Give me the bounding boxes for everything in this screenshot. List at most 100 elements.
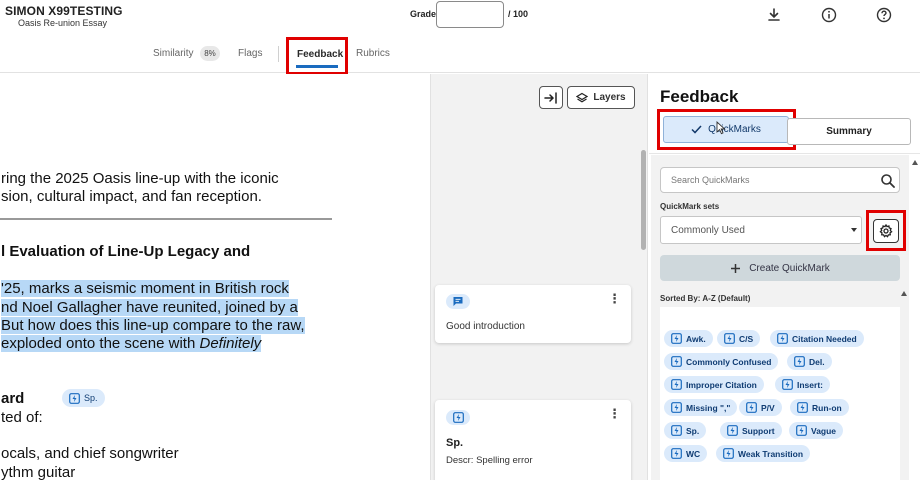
comment-title: Sp. (446, 437, 464, 449)
quickmark-bolt-icon (724, 333, 735, 344)
quickmark-chip-label: WC (686, 448, 701, 459)
quickmark-chip-label: Insert: (797, 379, 823, 390)
tab-divider (278, 46, 279, 62)
quickmark-bolt-icon (69, 392, 80, 404)
quickmark-bolt-icon (796, 425, 807, 436)
quickmark-settings-button[interactable] (873, 219, 899, 243)
document-view[interactable]: ring the 2025 Oasis line-up with the ico… (0, 74, 430, 480)
quickmark-bolt-icon (671, 425, 682, 436)
quickmark-chip-label: Improper Citation (686, 379, 757, 390)
tab-similarity[interactable]: Similarity (153, 48, 194, 59)
comment-text: Descr: Spelling error (446, 455, 533, 466)
sort-label: Sorted By: A-Z (Default) (660, 294, 751, 303)
quickmark-bolt-icon (452, 412, 464, 423)
quickmark-chip-label: Sp. (686, 425, 700, 436)
grade-total: / 100 (508, 9, 529, 19)
highlighted-text[interactable]: nd Noel Gallagher have reunited, joined … (1, 299, 298, 316)
comment-column: Layers ⋮ Good introduction ⋮ Sp. Descr: … (430, 74, 648, 480)
gear-icon (879, 224, 893, 238)
similarity-badge: 8% (200, 46, 220, 61)
quickmarks-highlight: QuickMarks (657, 109, 796, 150)
tab-feedback[interactable]: Feedback (297, 49, 343, 60)
quickmark-bolt-icon (671, 379, 682, 390)
search-input[interactable] (661, 168, 871, 192)
quickmark-bolt-icon (671, 356, 682, 367)
quickmark-chip-label: Support (742, 425, 775, 436)
highlighted-text[interactable]: '25, marks a seismic moment in British r… (1, 280, 289, 297)
quickmark-sets-label: QuickMark sets (660, 202, 720, 211)
paper-title: Oasis Re-union Essay (18, 18, 108, 28)
comment-scrollbar[interactable] (641, 150, 646, 250)
student-name: SIMON X99TESTING (5, 4, 123, 18)
layers-icon (576, 92, 589, 103)
quickmark-list: Awk. C/S Citation Needed Commonly Confused D… (660, 307, 900, 480)
quickmark-chip[interactable]: Vague (789, 422, 844, 439)
mouse-cursor-icon (716, 121, 726, 135)
highlighted-text[interactable]: exploded onto the scene with (1, 335, 199, 352)
doc-heading: ard (1, 390, 25, 407)
quickmark-chip[interactable]: Run-on (790, 399, 849, 416)
quickmark-chip[interactable]: P/V (739, 399, 782, 416)
tab-feedback-highlight: Feedback (286, 37, 348, 75)
quickmark-chip[interactable]: Awk. (664, 330, 713, 347)
quickmark-sets-dropdown[interactable]: Commonly Used (660, 216, 862, 244)
doc-text-line: sion, cultural impact, and fan reception… (1, 188, 262, 205)
app-header: SIMON X99TESTING Oasis Re-union Essay Gr… (0, 0, 920, 36)
quickmark-chip-label: Awk. (686, 333, 706, 344)
quickmark-bolt-icon (727, 425, 738, 436)
quickmark-chip[interactable]: WC (664, 445, 708, 462)
comment-text: Good introduction (446, 321, 525, 332)
scroll-up-icon[interactable] (901, 291, 907, 296)
search-box (660, 167, 900, 193)
quickmark-chip-label: P/V (761, 402, 775, 413)
info-icon[interactable] (820, 6, 838, 24)
doc-text-line: ythm guitar (1, 464, 76, 480)
quickmark-bolt-icon (723, 448, 734, 459)
quickmark-chip[interactable]: Improper Citation (664, 376, 764, 393)
inline-quickmark[interactable]: Sp. (62, 389, 105, 407)
quickmark-chip[interactable]: Citation Needed (770, 330, 864, 347)
arrow-right-bar-icon (544, 91, 557, 104)
quickmarks-tab-button[interactable]: QuickMarks (663, 116, 789, 143)
quickmark-chip[interactable]: Commonly Confused (664, 353, 779, 370)
quickmark-bolt-icon (671, 402, 682, 413)
doc-text-line: ocals, and chief songwriter (1, 445, 179, 462)
quickmark-bolt-icon (782, 379, 793, 390)
more-options-icon[interactable]: ⋮ (608, 407, 621, 420)
panel-divider (649, 153, 920, 154)
create-quickmark-button[interactable]: Create QuickMark (660, 255, 900, 281)
inline-quickmark-label: Sp. (84, 393, 98, 403)
doc-divider (0, 218, 332, 220)
help-icon[interactable] (875, 6, 893, 24)
quickmark-chip-label: Commonly Confused (686, 356, 772, 367)
quickmark-chip[interactable]: Insert: (775, 376, 830, 393)
collapse-panel-button[interactable] (539, 86, 563, 109)
scroll-up-icon[interactable] (912, 160, 918, 165)
search-icon[interactable] (880, 173, 896, 189)
quickmark-chip[interactable]: Missing "," (664, 399, 738, 416)
quickmark-bolt-icon (797, 402, 808, 413)
download-icon[interactable] (765, 6, 783, 24)
quickmark-chip-label: Run-on (812, 402, 842, 413)
comment-card[interactable]: ⋮ Good introduction (435, 285, 631, 343)
quickmark-chip[interactable]: Weak Transition (716, 445, 811, 462)
highlighted-italic-text[interactable]: Definitely (199, 335, 261, 352)
layers-button[interactable]: Layers (567, 86, 635, 109)
grade-label: Grade (410, 9, 437, 19)
quickmark-chip[interactable]: C/S (717, 330, 761, 347)
layers-label: Layers (593, 92, 626, 103)
quickmarks-section: QuickMark sets Commonly Used Create Quic… (651, 155, 909, 480)
comment-card[interactable]: ⋮ Sp. Descr: Spelling error (435, 400, 631, 480)
summary-tab-button[interactable]: Summary (787, 118, 911, 145)
check-icon (691, 125, 702, 134)
quickmark-chip-label: Weak Transition (738, 448, 804, 459)
panel-title: Feedback (660, 87, 739, 106)
quickmark-chip[interactable]: Support (720, 422, 782, 439)
tab-rubrics[interactable]: Rubrics (356, 48, 390, 59)
quickmark-chip[interactable]: Sp. (664, 422, 707, 439)
quickmark-chip[interactable]: Del. (787, 353, 832, 370)
highlighted-text[interactable]: But how does this line-up compare to the… (1, 317, 305, 334)
grade-input[interactable] (436, 1, 504, 28)
tab-flags[interactable]: Flags (238, 48, 262, 59)
more-options-icon[interactable]: ⋮ (608, 292, 621, 305)
